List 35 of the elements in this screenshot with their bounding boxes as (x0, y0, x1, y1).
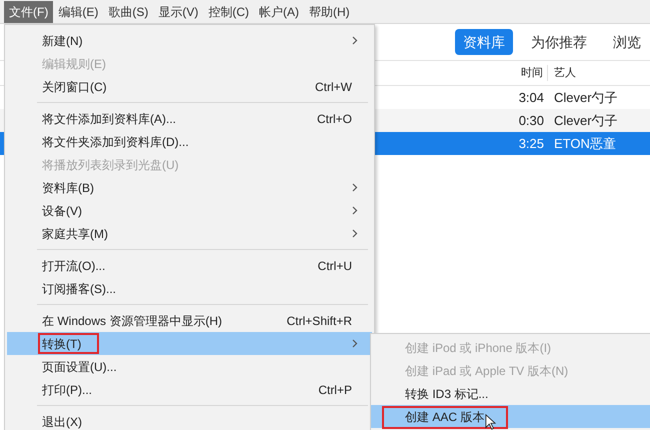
mouse-pointer-icon (485, 414, 496, 430)
menu-item[interactable]: 页面设置(U)... (7, 355, 372, 378)
menu-bar-item[interactable]: 控制(C) (203, 0, 254, 22)
menu-item[interactable]: 关闭窗口(C) Ctrl+W (7, 75, 372, 98)
tab[interactable]: 资料库 (455, 29, 513, 55)
table-cell-text: ETON恶童 (553, 134, 616, 153)
table-cell-text: Clever勺子 (553, 112, 618, 130)
menu-item[interactable]: 退出(X) (7, 410, 372, 430)
menu-item[interactable]: 在 Windows 资源管理器中显示(H) Ctrl+Shift+R (7, 309, 372, 332)
menu-item[interactable]: 转换(T) (7, 332, 372, 355)
tab[interactable]: 为你推荐 (523, 29, 595, 55)
menu-item[interactable]: 将文件添加到资料库(A)... Ctrl+O (7, 107, 372, 130)
menu-bar-item[interactable]: 文件(F) (4, 0, 54, 22)
menu-bar-item[interactable]: 显示(V) (153, 0, 204, 22)
column-header[interactable]: 时间 (510, 64, 548, 82)
menu-item[interactable]: 创建 AAC 版本 (371, 405, 650, 428)
menu-bar-item[interactable]: 帮助(H) (304, 0, 355, 22)
menu-item[interactable]: 打印(P)... Ctrl+P (7, 378, 372, 401)
menu-item[interactable]: 将文件夹添加到资料库(D)... (7, 130, 372, 153)
menu-item[interactable]: 打开流(O)... Ctrl+U (7, 254, 372, 277)
menu-bar-item[interactable]: 帐户(A) (254, 0, 304, 22)
menu-item[interactable]: 家庭共享(M) (7, 222, 372, 245)
menu-bar-item[interactable]: 歌曲(S) (103, 0, 154, 22)
table-cell-text: 3:04 (518, 88, 545, 107)
menu-item[interactable]: 新建(N) (7, 29, 372, 52)
tab[interactable]: 浏览 (605, 29, 649, 55)
table-cell-text: 3:25 (518, 134, 545, 153)
table-cell-text: Clever勺子 (553, 88, 618, 107)
column-header[interactable]: 艺人 (548, 64, 576, 82)
menu-item[interactable]: 转换 ID3 标记... (371, 382, 650, 405)
menu-bar-item[interactable]: 编辑(E) (53, 0, 104, 22)
menu-item[interactable]: 资料库(B) (7, 176, 372, 199)
table-cell-text: 0:30 (518, 112, 545, 130)
menu-item[interactable]: 设备(V) (7, 199, 372, 222)
menu-item[interactable]: 订阅播客(S)... (7, 277, 372, 300)
